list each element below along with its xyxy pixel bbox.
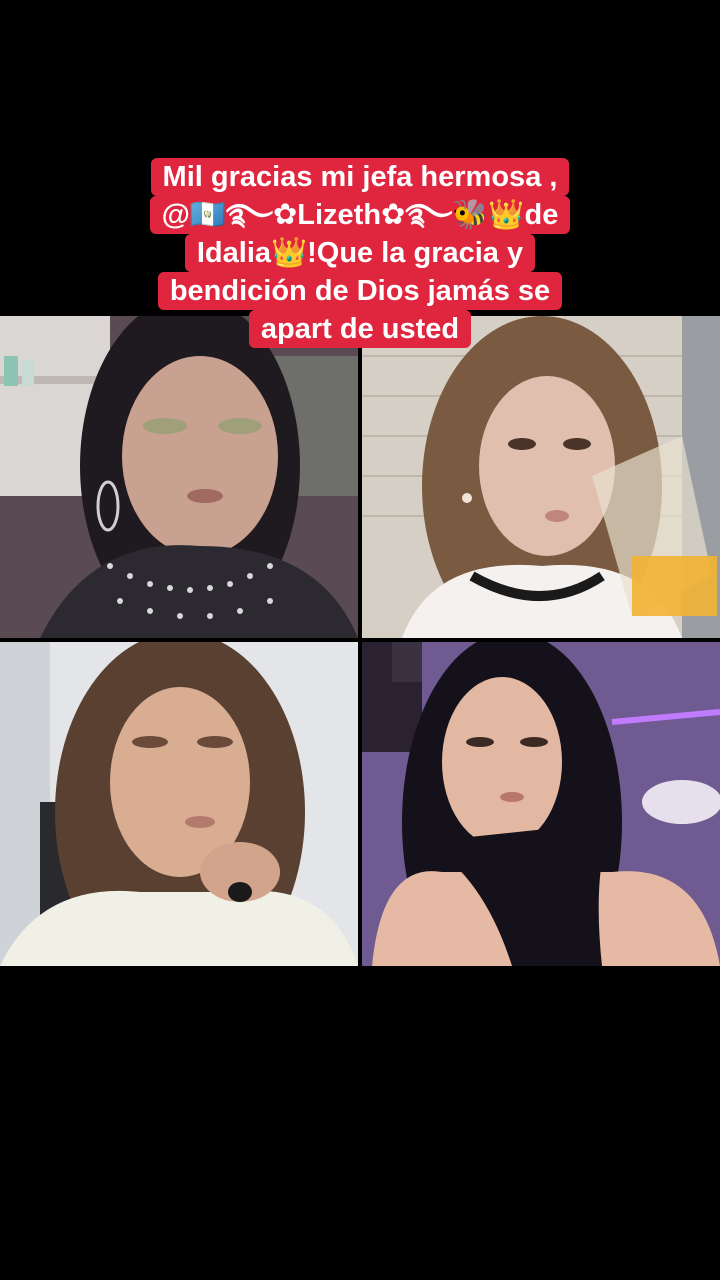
video-tile-4[interactable] [362,642,720,966]
caption-line-1: Mil gracias mi jefa hermosa , [150,158,570,196]
caption-line-3: Idalia👑!Que la gracia y [184,234,536,272]
caption-line-2: @🇬🇹࿐✿Lizeth✿࿐🐝👑de [149,196,571,234]
video-tile-2[interactable] [362,316,720,638]
video-grid [0,316,720,966]
participant-2-video [362,316,720,638]
video-tile-3[interactable] [0,642,358,966]
participant-4-video [362,642,720,966]
participant-1-video [0,316,358,638]
caption-line-5: apart de usted [248,310,472,348]
caption-line-4: bendición de Dios jamás se [157,272,563,310]
video-tile-1[interactable] [0,316,358,638]
comment-caption: Mil gracias mi jefa hermosa , @🇬🇹࿐✿Lizet… [0,158,720,350]
participant-3-video [0,642,358,966]
